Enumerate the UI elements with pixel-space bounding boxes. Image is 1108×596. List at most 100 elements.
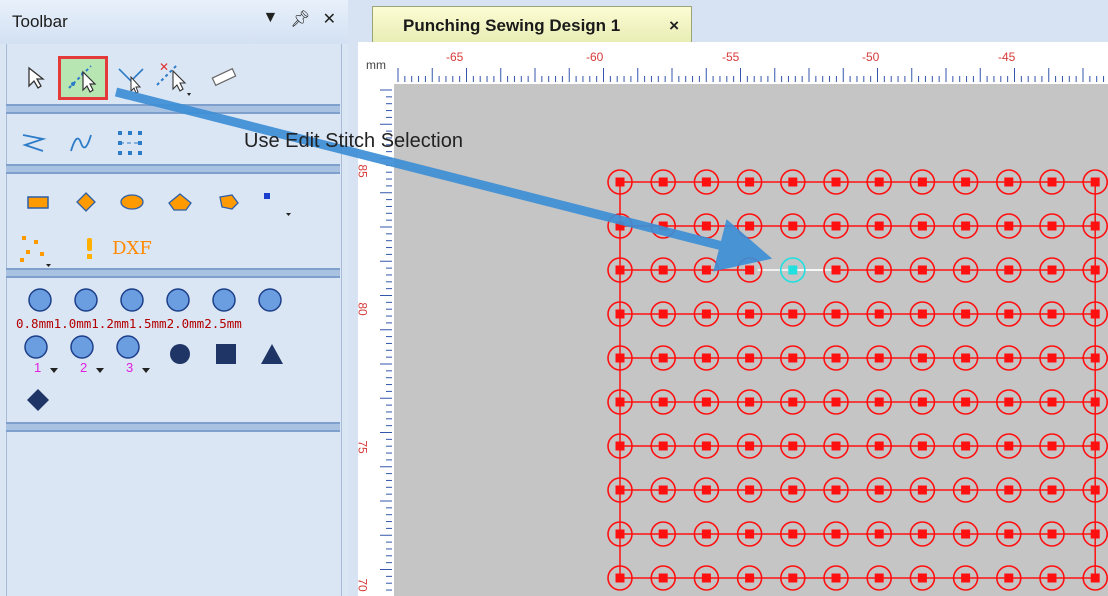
design-canvas[interactable] — [394, 84, 1108, 596]
stitch-point — [961, 529, 971, 539]
diameter-label: 2.5mm — [204, 316, 242, 331]
filled-square-icon[interactable] — [210, 338, 242, 370]
rectangle-icon[interactable] — [22, 186, 54, 218]
measure-ruler-icon[interactable] — [208, 62, 240, 94]
panel-dropdown-icon[interactable]: ▼ — [262, 9, 278, 29]
pentagon-icon[interactable] — [164, 186, 196, 218]
stitch-point — [788, 573, 798, 583]
zigzag-stitch-icon[interactable] — [18, 126, 50, 158]
ruler-tick-label: -45 — [998, 50, 1016, 64]
stitch-point — [615, 397, 625, 407]
stitch-point — [658, 265, 668, 275]
toolbar-title: Toolbar — [12, 12, 68, 31]
dxf-import-icon[interactable]: DXF — [106, 232, 158, 264]
stitch-delete-icon[interactable]: ✕ — [154, 60, 191, 96]
point-dropdown-icon[interactable] — [258, 186, 291, 218]
stitch-point — [1004, 221, 1014, 231]
stitch-point — [1004, 177, 1014, 187]
stitch-point — [874, 353, 884, 363]
stitch-point — [1090, 265, 1100, 275]
diamond-icon[interactable] — [70, 186, 102, 218]
polygon-icon[interactable] — [212, 186, 244, 218]
callout-text: Use Edit Stitch Selection — [244, 130, 463, 152]
stitch-point — [1004, 353, 1014, 363]
diameter-1.2mm-button[interactable] — [116, 284, 148, 316]
stitch-point — [1004, 485, 1014, 495]
ellipse-icon[interactable] — [116, 186, 148, 218]
stitch-point — [961, 221, 971, 231]
stitch-point — [658, 529, 668, 539]
ruler-unit-label: mm — [366, 58, 386, 72]
stitch-point — [874, 309, 884, 319]
filled-triangle-icon[interactable] — [256, 338, 288, 370]
stitch-point — [961, 485, 971, 495]
diameter-labels: 0.8mm1.0mm1.2mm1.5mm2.0mm2.5mm — [16, 316, 242, 331]
stitch-point — [701, 309, 711, 319]
stitch-point — [615, 353, 625, 363]
diameter-label: 1.0mm — [53, 316, 92, 331]
stitch-point — [1047, 265, 1057, 275]
circle-icon — [212, 288, 236, 312]
grid-stitch-icon[interactable] — [114, 124, 146, 156]
stitch-point — [615, 177, 625, 187]
diameter-1.5mm-button[interactable] — [162, 284, 194, 316]
toolbar-title-bar: Toolbar ▼ 📌︎ ✕ — [0, 0, 348, 44]
stitch-point — [961, 177, 971, 187]
toolbar-separator — [6, 268, 340, 278]
diameter-1.0mm-button[interactable] — [70, 284, 102, 316]
scatter-points-icon[interactable] — [20, 234, 52, 267]
tab-close-icon[interactable]: × — [669, 16, 679, 36]
diameter-2.0mm-button[interactable] — [208, 284, 240, 316]
stitch-point — [1047, 441, 1057, 451]
exclamation-icon[interactable] — [74, 232, 106, 264]
stitch-point — [1090, 353, 1100, 363]
stitch-point — [701, 529, 711, 539]
stitch-point — [917, 573, 927, 583]
ruler-tick-label: -55 — [722, 50, 740, 64]
chevron-down-icon[interactable] — [142, 368, 152, 374]
stitch-point — [788, 485, 798, 495]
panel-pin-icon[interactable]: 📌︎ — [290, 9, 310, 29]
stitch-point — [615, 573, 625, 583]
ruler-tick-label: 75 — [355, 440, 370, 454]
stitch-point — [874, 177, 884, 187]
stitch-point — [1004, 309, 1014, 319]
stitch-point — [874, 573, 884, 583]
stitch-point — [917, 177, 927, 187]
stitch-point — [745, 353, 755, 363]
ruler-tick-label: 70 — [355, 578, 370, 592]
stitch-join-icon[interactable] — [114, 62, 146, 94]
selected-stitch-point — [788, 265, 798, 275]
pointer-arrow-icon[interactable] — [20, 62, 52, 94]
ruler-tick-label: -50 — [862, 50, 880, 64]
stitch-point — [701, 353, 711, 363]
stitch-point — [788, 177, 798, 187]
edit-stitch-selection-button[interactable] — [58, 56, 108, 100]
stitch-point — [1047, 221, 1057, 231]
circle-icon — [28, 288, 52, 312]
stitch-point — [874, 485, 884, 495]
stitch-point — [831, 529, 841, 539]
chevron-down-icon[interactable] — [50, 368, 60, 374]
diameter-0.8mm-button[interactable] — [24, 284, 56, 316]
dxf-label: DXF — [112, 237, 152, 259]
tab-punching-sewing-design-1[interactable]: Punching Sewing Design 1 × — [372, 6, 692, 42]
stitch-point — [831, 309, 841, 319]
stitch-point — [1004, 397, 1014, 407]
circle-icon — [74, 288, 98, 312]
filled-diamond-icon[interactable] — [22, 384, 54, 416]
panel-close-icon[interactable]: ✕ — [323, 9, 336, 29]
stitch-point — [917, 485, 927, 495]
tab-label: Punching Sewing Design 1 — [403, 16, 621, 35]
stitch-point — [701, 441, 711, 451]
chevron-down-icon[interactable] — [96, 368, 106, 374]
stitch-point — [658, 441, 668, 451]
stitch-point — [1047, 573, 1057, 583]
circle-icon — [258, 288, 282, 312]
wave-stitch-icon[interactable] — [64, 126, 96, 158]
diameter-label: 2.0mm — [166, 316, 205, 331]
diameter-2.5mm-button[interactable] — [254, 284, 286, 316]
stitch-point — [658, 397, 668, 407]
filled-circle-icon[interactable] — [164, 338, 196, 370]
stitch-point — [917, 265, 927, 275]
